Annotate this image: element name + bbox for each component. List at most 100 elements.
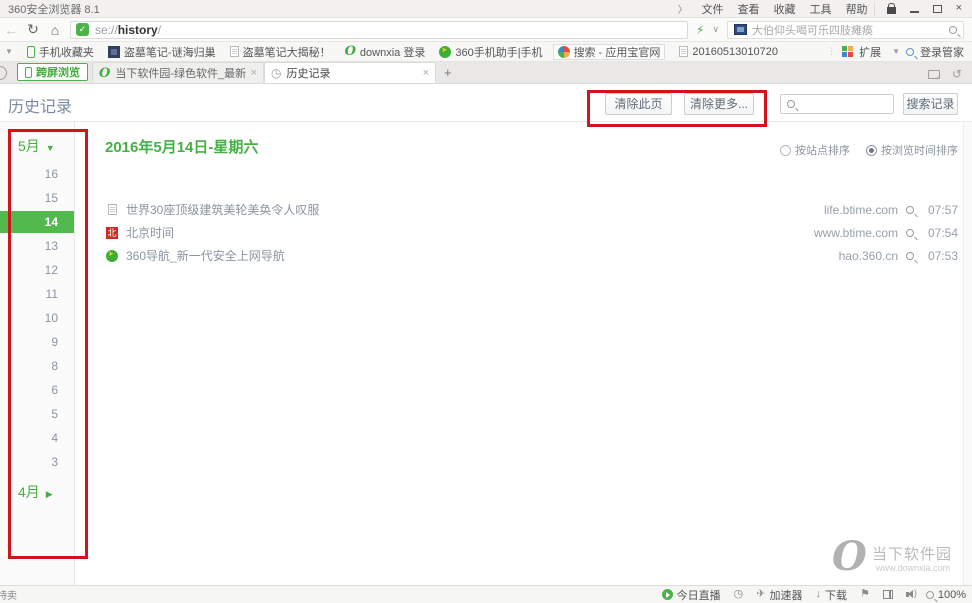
search-domain-icon[interactable] bbox=[906, 206, 914, 214]
flag-icon[interactable]: ⚑ bbox=[860, 589, 870, 600]
360-icon bbox=[439, 46, 451, 58]
history-entry[interactable]: 世界30座顶级建筑美轮美奂令人叹服 life.btime.com 07:57 bbox=[105, 198, 958, 221]
entry-domain[interactable]: hao.360.cn bbox=[839, 249, 898, 263]
extensions-dropdown-icon[interactable]: ▼ bbox=[892, 47, 900, 56]
bookmark-label: 搜索 - 应用宝官网 bbox=[574, 44, 661, 60]
rocket-icon: ✈ bbox=[756, 589, 765, 600]
pinwheel-icon bbox=[558, 46, 570, 58]
maximize-button[interactable] bbox=[933, 5, 942, 13]
security-shield-icon: ✓ bbox=[76, 23, 89, 36]
bookmark-yingyongbao[interactable]: 搜索 - 应用宝官网 bbox=[553, 44, 666, 60]
extensions-label[interactable]: 扩展 bbox=[859, 44, 881, 60]
shopping-bag-icon[interactable] bbox=[887, 7, 896, 14]
sort-options: 按站点排序 按浏览时间排序 bbox=[780, 142, 958, 158]
search-domain-icon[interactable] bbox=[906, 229, 914, 237]
login-manager-label[interactable]: 登录管家 bbox=[920, 44, 964, 60]
browser-window: 360安全浏览器 8.1 〉 文件 查看 收藏 工具 帮助 × ← ↻ ⌂ ✓ … bbox=[0, 0, 972, 603]
entry-domain[interactable]: www.btime.com bbox=[814, 226, 898, 240]
tab-downxia-site[interactable]: O 当下软件园-绿色软件_最新绿色 × bbox=[92, 62, 264, 83]
menu-favorites[interactable]: 收藏 bbox=[774, 1, 796, 17]
entry-time: 07:54 bbox=[922, 226, 958, 240]
bookmark-label: 手机收藏夹 bbox=[39, 44, 94, 60]
bookmarks-bar: ▼ 手机收藏夹 盗墓笔记-谜海归巢 盗墓笔记大揭秘！ O downxia 登录 … bbox=[0, 42, 972, 62]
history-entry[interactable]: 360导航_新一代安全上网导航 hao.360.cn 07:53 bbox=[105, 244, 958, 267]
sort-by-site-radio[interactable]: 按站点排序 bbox=[780, 142, 850, 158]
tab-close-icon[interactable]: × bbox=[423, 67, 429, 79]
bookmark-label: 盗墓笔记大揭秘！ bbox=[243, 44, 331, 60]
entry-title[interactable]: 世界30座顶级建筑美轮美奂令人叹服 bbox=[126, 201, 824, 218]
history-page: 历史记录 清除此页 清除更多... 搜索记录 5月▼ 16 15 14 13 1… bbox=[0, 84, 972, 585]
bookmark-label: 盗墓笔记-谜海归巢 bbox=[124, 44, 216, 60]
minimize-button[interactable] bbox=[910, 11, 919, 13]
downxia-watermark: O 当下软件园 www.downxia.com bbox=[832, 539, 968, 579]
entry-title[interactable]: 360导航_新一代安全上网导航 bbox=[126, 247, 839, 264]
extensions-grid-icon[interactable] bbox=[842, 46, 853, 57]
bookmark-numeric[interactable]: 20160513010720 bbox=[679, 46, 778, 58]
tab-history[interactable]: ◷ 历史记录 × bbox=[264, 62, 436, 83]
zoom-magnifier-icon bbox=[926, 591, 934, 599]
page-timer-icon[interactable]: ◷ bbox=[734, 589, 744, 600]
sidebar-panel-icon[interactable] bbox=[883, 590, 893, 599]
cross-screen-button[interactable]: 跨屏浏览 bbox=[17, 63, 88, 81]
cross-screen-label: 跨屏浏览 bbox=[36, 64, 80, 80]
entry-time: 07:53 bbox=[922, 249, 958, 263]
download-arrow-icon: ↓ bbox=[815, 589, 821, 600]
bookmark-downxia[interactable]: O downxia 登录 bbox=[345, 44, 426, 60]
search-domain-icon[interactable] bbox=[906, 252, 914, 260]
search-box[interactable]: 大伯仰头喝可乐四肢瘫痪 bbox=[727, 21, 964, 39]
zoom-level: 100% bbox=[938, 589, 966, 601]
search-icon[interactable] bbox=[949, 26, 957, 34]
speaker-icon[interactable] bbox=[906, 592, 909, 597]
annotation-box-sidebar bbox=[8, 129, 88, 559]
reopen-closed-tab-icon[interactable]: ↺ bbox=[952, 68, 962, 80]
live-today-button[interactable]: 今日直播 bbox=[662, 587, 721, 603]
download-button[interactable]: ↓ 下载 bbox=[815, 587, 847, 603]
sort-by-time-radio[interactable]: 按浏览时间排序 bbox=[866, 142, 958, 158]
search-records-button[interactable]: 搜索记录 bbox=[903, 93, 958, 115]
bookmark-daomubiji-secret[interactable]: 盗墓笔记大揭秘！ bbox=[230, 44, 331, 60]
annotation-box-clear-buttons bbox=[587, 90, 767, 127]
page-title: 历史记录 bbox=[8, 93, 72, 117]
title-bar: 360安全浏览器 8.1 〉 文件 查看 收藏 工具 帮助 × bbox=[0, 0, 972, 18]
hot-search-text[interactable]: 大伯仰头喝可乐四肢瘫痪 bbox=[752, 22, 949, 38]
hot-news-thumbnail-icon bbox=[734, 24, 747, 35]
radio-selected-icon bbox=[866, 145, 877, 156]
entry-domain[interactable]: life.btime.com bbox=[824, 203, 898, 217]
speed-bolt-icon[interactable]: ⚡ bbox=[696, 23, 704, 37]
back-button[interactable]: ← bbox=[0, 22, 22, 38]
refresh-button[interactable]: ↻ bbox=[22, 21, 44, 38]
downxia-icon: O bbox=[99, 67, 110, 80]
tab-close-icon[interactable]: × bbox=[251, 67, 257, 79]
scrollbar[interactable] bbox=[963, 122, 972, 585]
bookmarks-dropdown-icon[interactable]: ▼ bbox=[5, 47, 13, 56]
accelerator-button[interactable]: ✈ 加速器 bbox=[756, 587, 802, 603]
bookmark-mobile-favorites[interactable]: 手机收藏夹 bbox=[27, 44, 94, 60]
history-entry[interactable]: 北 北京时间 www.btime.com 07:54 bbox=[105, 221, 958, 244]
login-manager-icon bbox=[906, 48, 914, 56]
menu-expander-icon[interactable]: 〉 bbox=[678, 1, 688, 16]
history-search-input[interactable] bbox=[780, 94, 894, 114]
url-text: se://history/ bbox=[95, 23, 161, 37]
menu-tools[interactable]: 工具 bbox=[810, 1, 832, 17]
close-button[interactable]: × bbox=[956, 3, 962, 14]
bookmark-360-assistant[interactable]: 360手机助手|手机 bbox=[439, 44, 542, 60]
session-circle-icon[interactable] bbox=[0, 66, 7, 80]
status-left-label[interactable]: 特卖 bbox=[0, 587, 17, 602]
search-icon bbox=[787, 100, 795, 108]
entry-time: 07:57 bbox=[922, 203, 958, 217]
360-nav-icon bbox=[105, 250, 119, 262]
menu-view[interactable]: 查看 bbox=[738, 1, 760, 17]
menu-help[interactable]: 帮助 bbox=[846, 1, 868, 17]
entry-title[interactable]: 北京时间 bbox=[126, 224, 814, 241]
history-list: 2016年5月14日-星期六 按站点排序 按浏览时间排序 世界30座顶级建筑美轮… bbox=[75, 122, 972, 585]
bookmark-daomubiji[interactable]: 盗墓笔记-谜海归巢 bbox=[108, 44, 216, 60]
chevron-down-icon[interactable]: ∨ bbox=[712, 24, 719, 35]
new-tab-button[interactable]: + bbox=[436, 65, 462, 83]
zoom-control[interactable]: 100% bbox=[926, 589, 966, 601]
home-button[interactable]: ⌂ bbox=[44, 22, 66, 38]
restore-window-icon[interactable] bbox=[928, 70, 940, 79]
address-input[interactable]: ✓ se://history/ bbox=[70, 21, 688, 39]
bookmark-label: 20160513010720 bbox=[692, 46, 778, 58]
menu-file[interactable]: 文件 bbox=[702, 1, 724, 17]
downxia-icon: O bbox=[345, 45, 356, 58]
